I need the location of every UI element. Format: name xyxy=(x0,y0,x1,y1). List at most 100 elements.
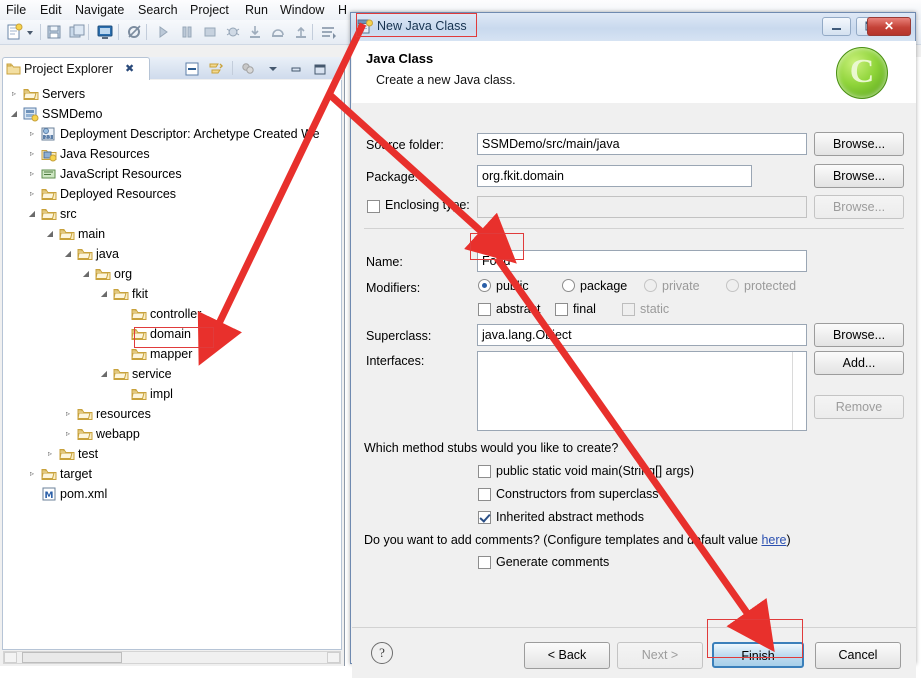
collapse-all-icon[interactable] xyxy=(184,61,200,77)
enclosing-type-checkbox[interactable] xyxy=(367,200,380,213)
enclosing-type-input[interactable] xyxy=(477,196,807,218)
chevron-down-icon[interactable]: ◢ xyxy=(9,104,19,124)
chevron-right-icon[interactable]: ▹ xyxy=(27,184,37,204)
minimize-icon[interactable] xyxy=(288,61,304,77)
tree-item-label: SSMDemo xyxy=(42,107,103,121)
step-over-icon[interactable] xyxy=(269,23,287,41)
skip-breakpoints-icon[interactable] xyxy=(126,23,144,41)
chevron-right-icon[interactable]: ▹ xyxy=(9,84,19,104)
modifier-checkbox-abstract[interactable] xyxy=(478,303,491,316)
modifiers-label: Modifiers: xyxy=(366,281,421,295)
interfaces-list[interactable] xyxy=(477,351,807,431)
explorer-hscroll-left-button[interactable] xyxy=(4,652,17,663)
chevron-right-icon[interactable]: ▹ xyxy=(27,164,37,184)
dialog-close-button[interactable]: ✕ xyxy=(867,17,911,36)
step-return-icon[interactable] xyxy=(292,23,310,41)
source-folder-browse-button[interactable]: Browse... xyxy=(814,132,904,156)
tree-item-deployment-descriptor-archetype-created-we[interactable]: ▹ 2.3 Deployment Descriptor: Archetype Cre… xyxy=(3,124,341,144)
tree-item-main[interactable]: ◢ main xyxy=(3,224,341,244)
tree-item-impl[interactable]: impl xyxy=(3,384,341,404)
chevron-down-icon[interactable]: ◢ xyxy=(81,264,91,284)
chevron-right-icon[interactable]: ▹ xyxy=(27,144,37,164)
step-into-icon[interactable] xyxy=(246,23,264,41)
save-icon[interactable] xyxy=(45,23,63,41)
tree-item-fkit[interactable]: ◢ fkit xyxy=(3,284,341,304)
stub-checkbox-inherited[interactable] xyxy=(478,511,491,524)
cancel-button[interactable]: Cancel xyxy=(815,642,901,669)
new-wizard-icon[interactable] xyxy=(6,23,24,41)
package-input[interactable]: org.fkit.domain xyxy=(477,165,752,187)
stub-checkbox-constructors[interactable] xyxy=(478,488,491,501)
name-label: Name: xyxy=(366,255,403,269)
modifier-label-abstract: abstract xyxy=(496,302,541,316)
chevron-down-icon[interactable]: ◢ xyxy=(27,204,37,224)
pause-icon[interactable] xyxy=(178,23,196,41)
back-button[interactable]: < Back xyxy=(524,642,610,669)
dialog-minimize-button[interactable] xyxy=(822,17,851,36)
menu-item-project[interactable]: Project xyxy=(185,2,234,18)
interfaces-list-scrollbar[interactable] xyxy=(792,352,806,430)
tree-item-src[interactable]: ◢ src xyxy=(3,204,341,224)
tree-item-javascript-resources[interactable]: ▹ JavaScript Resources xyxy=(3,164,341,184)
view-menu-icon[interactable] xyxy=(265,61,281,77)
modifier-radio-package[interactable] xyxy=(562,279,575,292)
stub-checkbox-main[interactable] xyxy=(478,465,491,478)
project-explorer-tree[interactable]: ▹ Servers ◢ SSMDemo ▹ 2.3 Deployment Descripto… xyxy=(2,80,342,650)
link-with-editor-icon[interactable] xyxy=(208,61,224,77)
configure-templates-link[interactable]: here xyxy=(761,533,786,547)
chevron-right-icon[interactable]: ▹ xyxy=(63,404,73,424)
tree-item-target[interactable]: ▹ target xyxy=(3,464,341,484)
dialog-footer: ? < Back Next > Finish Cancel xyxy=(352,627,916,678)
chevron-down-icon[interactable]: ◢ xyxy=(99,284,109,304)
chevron-down-icon[interactable]: ◢ xyxy=(99,364,109,384)
next-annotation-icon[interactable] xyxy=(320,23,338,41)
tree-item-webapp[interactable]: ▹ webapp xyxy=(3,424,341,444)
tree-item-org[interactable]: ◢ org xyxy=(3,264,341,284)
console-icon[interactable] xyxy=(96,23,114,41)
close-view-icon[interactable]: ✖ xyxy=(125,62,134,75)
modifier-checkbox-final[interactable] xyxy=(555,303,568,316)
tree-item-java-resources[interactable]: ▹ Java Resources xyxy=(3,144,341,164)
tree-item-resources[interactable]: ▹ resources xyxy=(3,404,341,424)
interfaces-add-button[interactable]: Add... xyxy=(814,351,904,375)
modifier-label-private: private xyxy=(662,279,700,293)
chevron-right-icon[interactable]: ▹ xyxy=(45,444,55,464)
source-folder-input[interactable]: SSMDemo/src/main/java xyxy=(477,133,807,155)
tree-item-test[interactable]: ▹ test xyxy=(3,444,341,464)
run-icon[interactable] xyxy=(155,23,173,41)
menu-item-edit[interactable]: Edit xyxy=(35,2,67,18)
modifier-radio-public[interactable] xyxy=(478,279,491,292)
tree-item-ssmdemo[interactable]: ◢ SSMDemo xyxy=(3,104,341,124)
menu-item-file[interactable]: File xyxy=(1,2,31,18)
tree-item-pom-xml[interactable]: Mpom.xml xyxy=(3,484,341,504)
tree-item-service[interactable]: ◢ service xyxy=(3,364,341,384)
menu-item-navigate[interactable]: Navigate xyxy=(70,2,129,18)
new-dropdown-arrow-icon[interactable] xyxy=(24,23,36,41)
save-all-icon[interactable] xyxy=(68,23,86,41)
chevron-right-icon[interactable]: ▹ xyxy=(63,424,73,444)
help-icon[interactable]: ? xyxy=(371,642,393,664)
superclass-input[interactable]: java.lang.Object xyxy=(477,324,807,346)
comments-question-suffix: ) xyxy=(786,533,791,547)
tree-item-java[interactable]: ◢ java xyxy=(3,244,341,264)
generate-comments-checkbox[interactable] xyxy=(478,556,491,569)
chevron-right-icon[interactable]: ▹ xyxy=(27,464,37,484)
explorer-hscroll-right-button[interactable] xyxy=(327,652,340,663)
name-input[interactable]: Food xyxy=(477,250,807,272)
superclass-browse-button[interactable]: Browse... xyxy=(814,323,904,347)
menu-item-run[interactable]: Run xyxy=(240,2,273,18)
package-browse-button[interactable]: Browse... xyxy=(814,164,904,188)
chevron-down-icon[interactable]: ◢ xyxy=(63,244,73,264)
explorer-hscrollbar-thumb[interactable] xyxy=(22,652,122,663)
stop-icon[interactable] xyxy=(201,23,219,41)
chevron-right-icon[interactable]: ▹ xyxy=(27,124,37,144)
maximize-icon[interactable] xyxy=(312,61,328,77)
chevron-down-icon[interactable]: ◢ xyxy=(45,224,55,244)
tree-item-servers[interactable]: ▹ Servers xyxy=(3,84,341,104)
focus-icon[interactable] xyxy=(240,61,256,77)
menu-item-search[interactable]: Search xyxy=(133,2,183,18)
menu-item-window[interactable]: Window xyxy=(275,2,329,18)
tree-item-deployed-resources[interactable]: ▹ Deployed Resources xyxy=(3,184,341,204)
debug-icon[interactable] xyxy=(224,23,242,41)
tree-item-controller[interactable]: controller xyxy=(3,304,341,324)
